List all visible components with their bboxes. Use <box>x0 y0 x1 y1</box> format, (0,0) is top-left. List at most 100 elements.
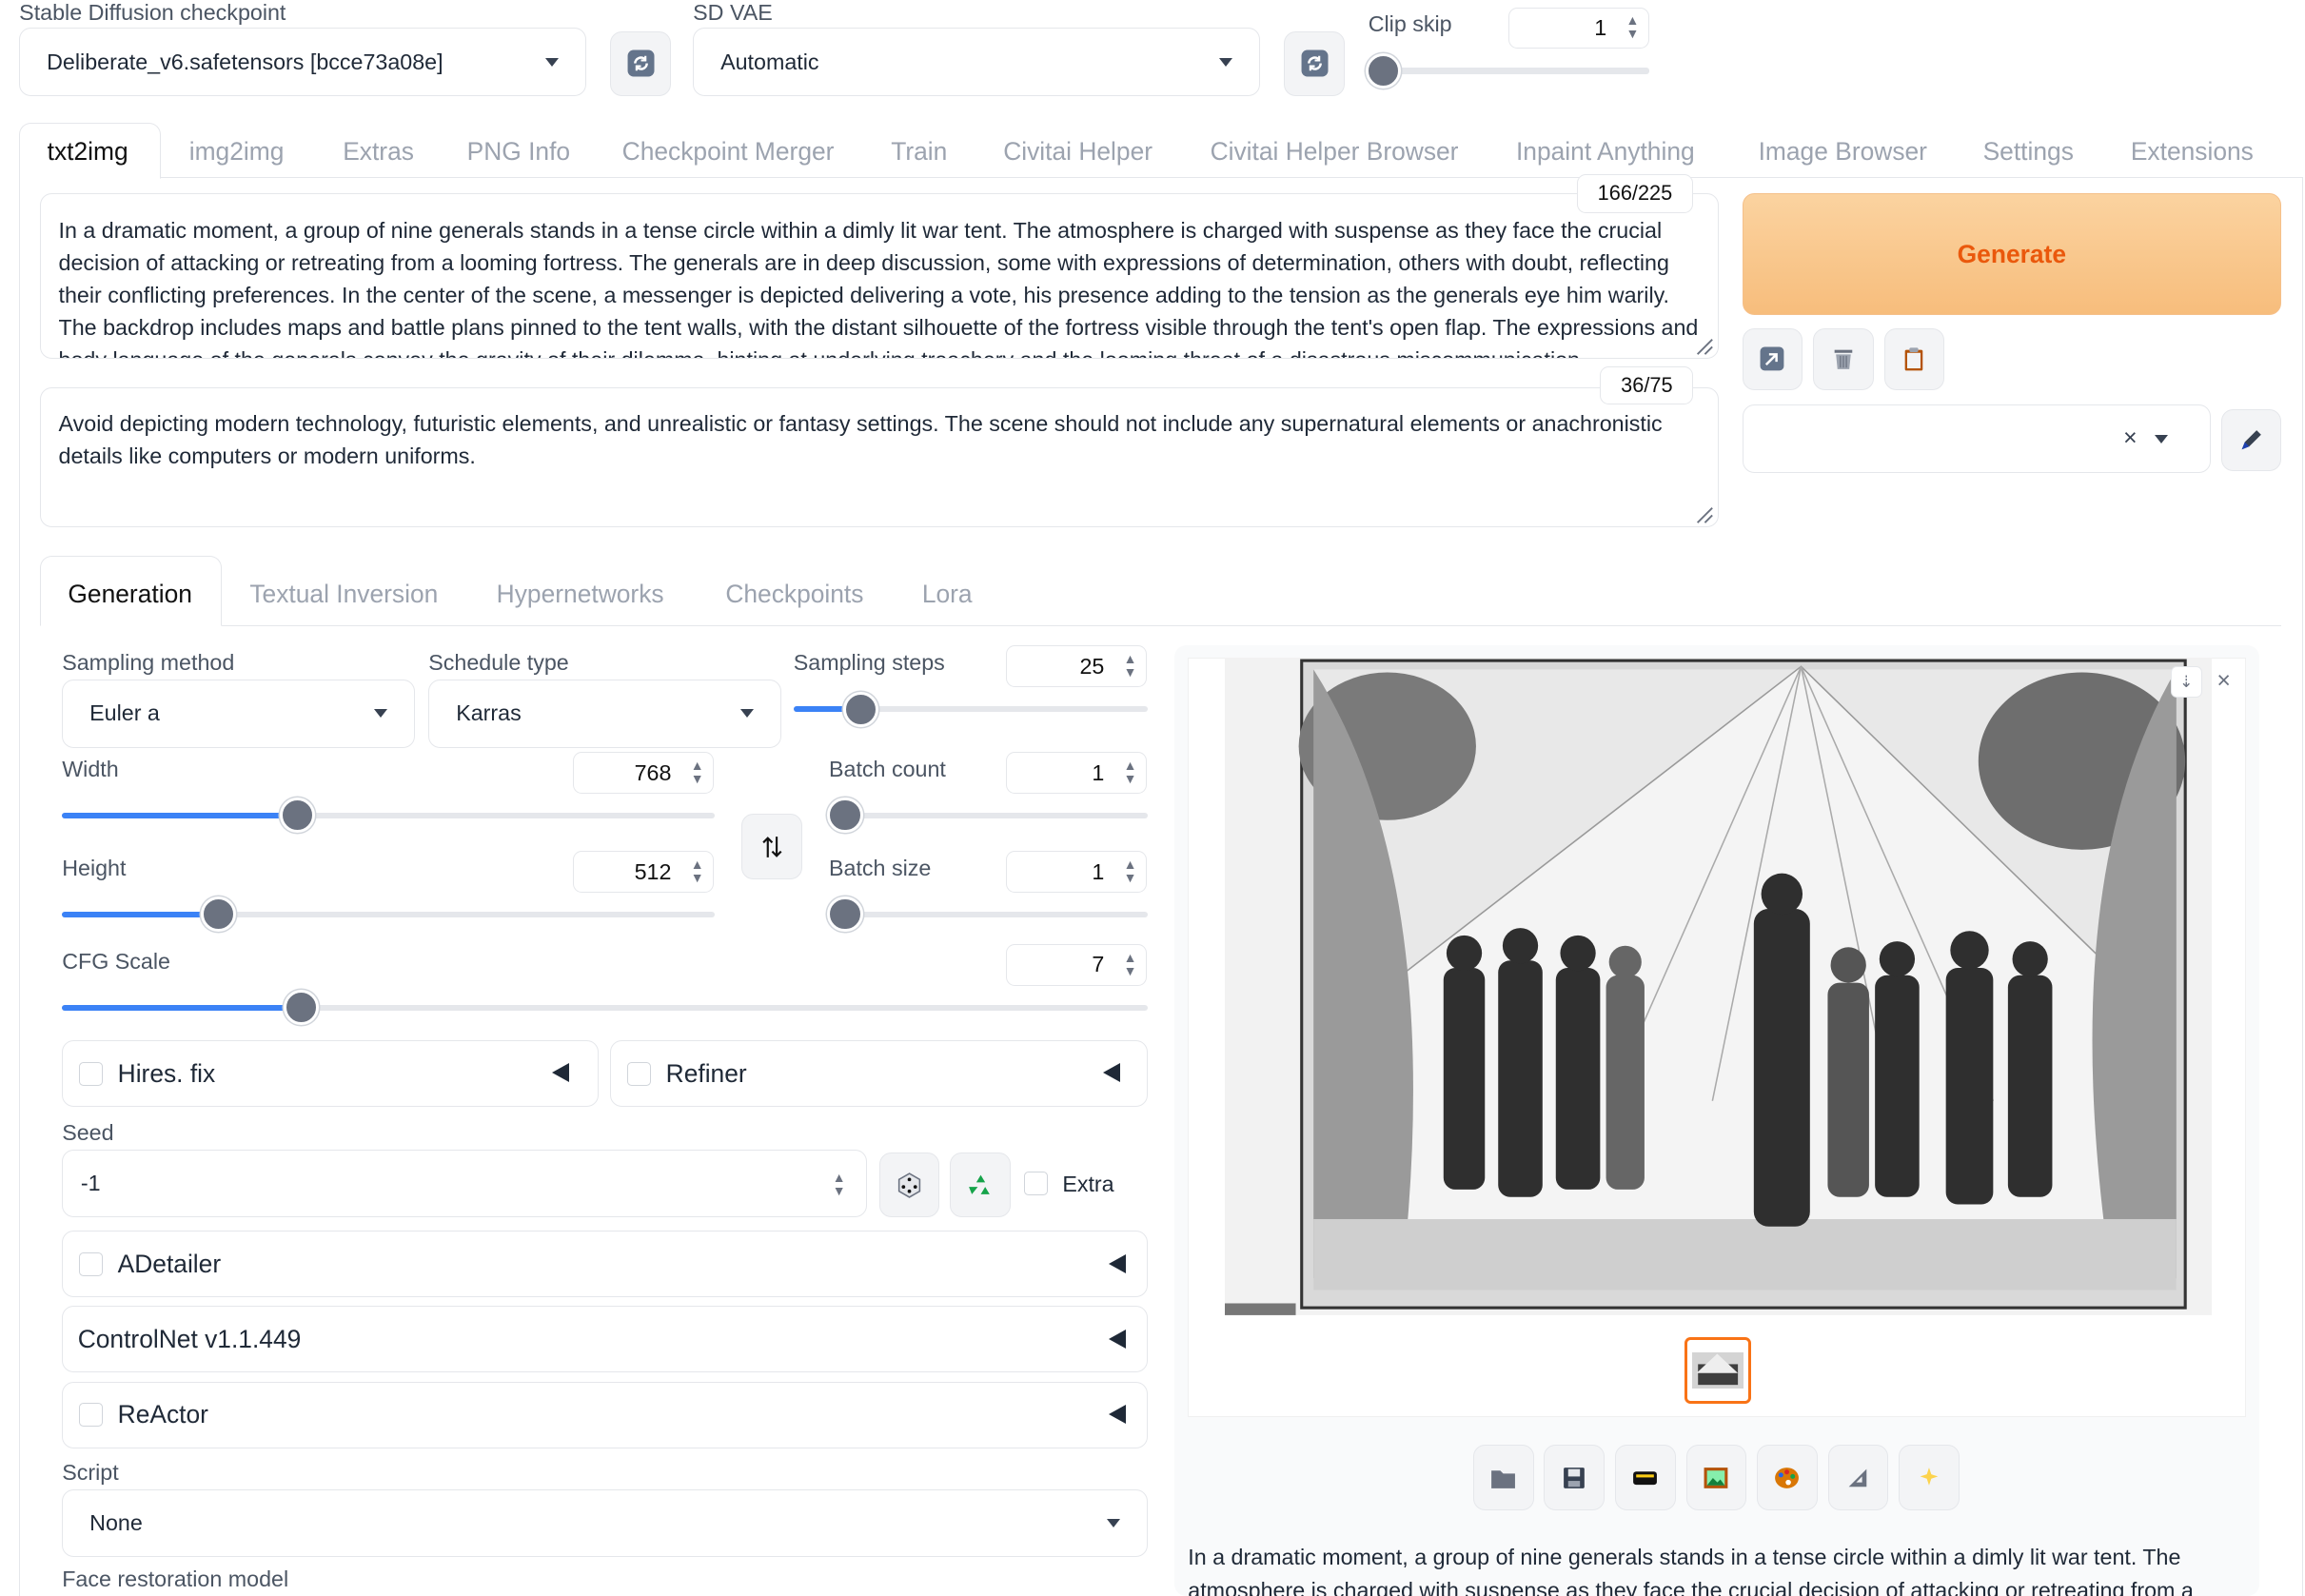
clip-skip-slider[interactable] <box>1365 52 1649 89</box>
stepper-icon[interactable]: ▲ ▼ <box>691 759 704 786</box>
sampling-method-dropdown[interactable]: Euler a <box>62 680 416 748</box>
thumbnail-image <box>1691 1351 1744 1389</box>
schedule-type-dropdown[interactable]: Karras <box>428 680 782 748</box>
stepper-icon[interactable]: ▲ ▼ <box>1124 857 1137 885</box>
collapse-triangle-icon[interactable] <box>1109 1329 1127 1349</box>
stepper-icon[interactable]: ▲ ▼ <box>1124 759 1137 786</box>
tab-img2img[interactable]: img2img <box>189 137 285 167</box>
clear-icon[interactable]: × <box>2123 425 2138 452</box>
width-input[interactable]: 768 ▲ ▼ <box>573 752 714 794</box>
tab-image-browser[interactable]: Image Browser <box>1759 137 1927 167</box>
resize-grip-icon[interactable] <box>1693 335 1714 356</box>
checkpoint-label: Stable Diffusion checkpoint <box>19 0 286 25</box>
resize-grip-icon[interactable] <box>1693 503 1714 524</box>
zip-button[interactable] <box>1614 1445 1676 1510</box>
tab-txt2img[interactable]: txt2img <box>48 137 128 167</box>
cfg-scale-slider[interactable] <box>62 990 1149 1026</box>
controlnet-accordion[interactable]: ControlNet v1.1.449 <box>62 1306 1149 1373</box>
send-to-inpaint-button[interactable] <box>1757 1445 1818 1510</box>
swap-dimensions-button[interactable] <box>741 814 803 879</box>
tab-train[interactable]: Train <box>891 137 947 167</box>
batch-size-label: Batch size <box>829 855 932 880</box>
stepper-icon[interactable]: ▲ ▼ <box>1626 14 1640 42</box>
tab-settings[interactable]: Settings <box>1983 137 2074 167</box>
save-button[interactable] <box>1544 1445 1606 1510</box>
generate-button[interactable]: Generate <box>1742 193 2282 315</box>
generated-image[interactable] <box>1225 657 2213 1315</box>
stepper-icon[interactable]: ▲ ▼ <box>691 857 704 885</box>
open-folder-button[interactable] <box>1472 1445 1534 1510</box>
batch-size-input[interactable]: 1 ▲ ▼ <box>1006 851 1147 893</box>
tab-checkpoint-merger[interactable]: Checkpoint Merger <box>622 137 835 167</box>
tab-hypernetworks[interactable]: Hypernetworks <box>497 580 664 609</box>
refresh-vae-button[interactable] <box>1284 30 1345 96</box>
stepper-icon[interactable]: ▲ ▼ <box>833 1171 846 1198</box>
negative-token-counter: 36/75 <box>1600 366 1694 405</box>
slider-handle[interactable] <box>827 798 863 834</box>
styles-dropdown[interactable]: × <box>1742 404 2211 473</box>
tab-extensions[interactable]: Extensions <box>2131 137 2254 167</box>
slider-handle[interactable] <box>842 691 878 727</box>
slider-handle[interactable] <box>1365 52 1401 89</box>
collapse-triangle-icon[interactable] <box>552 1063 570 1083</box>
collapse-triangle-icon[interactable] <box>1109 1253 1127 1273</box>
edit-styles-button[interactable] <box>2220 409 2282 472</box>
script-dropdown[interactable]: None <box>62 1489 1149 1558</box>
refiner-checkbox[interactable] <box>627 1061 652 1086</box>
vae-dropdown[interactable]: Automatic <box>693 28 1261 96</box>
slider-handle[interactable] <box>279 798 315 834</box>
tab-checkpoints[interactable]: Checkpoints <box>725 580 863 609</box>
clip-skip-input[interactable]: 1 ▲ ▼ <box>1508 7 1649 49</box>
hires-fix-checkbox[interactable] <box>79 1061 104 1086</box>
slider-handle[interactable] <box>283 990 319 1026</box>
tab-png-info[interactable]: PNG Info <box>467 137 570 167</box>
batch-size-slider[interactable] <box>827 897 1149 933</box>
seed-input[interactable]: -1 ▲ ▼ <box>62 1149 868 1218</box>
download-icon[interactable]: ⇣ <box>2170 666 2202 699</box>
refiner-accordion[interactable]: Refiner <box>610 1040 1149 1107</box>
stepper-icon[interactable]: ▲ ▼ <box>1124 951 1137 978</box>
checkpoint-dropdown[interactable]: Deliberate_v6.safetensors [bcce73a08e] <box>19 28 587 96</box>
reuse-seed-button[interactable] <box>950 1153 1011 1218</box>
collapse-triangle-icon[interactable] <box>1109 1404 1127 1424</box>
batch-count-input[interactable]: 1 ▲ ▼ <box>1006 752 1147 794</box>
seed-label: Seed <box>62 1119 114 1145</box>
gallery-thumbnail[interactable] <box>1684 1337 1751 1404</box>
slider-handle[interactable] <box>827 897 863 933</box>
adetailer-checkbox[interactable] <box>79 1252 104 1276</box>
tab-inpaint-anything[interactable]: Inpaint Anything <box>1516 137 1695 167</box>
height-slider[interactable] <box>62 897 716 933</box>
apply-styles-button[interactable] <box>1883 327 1945 390</box>
height-input[interactable]: 512 ▲ ▼ <box>573 851 714 893</box>
tab-lora[interactable]: Lora <box>922 580 973 609</box>
close-icon[interactable]: × <box>2209 666 2238 696</box>
extra-seed-checkbox[interactable] <box>1023 1172 1048 1196</box>
send-to-extras-button[interactable] <box>1827 1445 1889 1510</box>
reactor-accordion[interactable]: ReActor <box>62 1381 1149 1448</box>
upscale-button[interactable] <box>1899 1445 1960 1510</box>
send-to-img2img-button[interactable] <box>1685 1445 1747 1510</box>
width-slider[interactable] <box>62 798 716 834</box>
collapse-triangle-icon[interactable] <box>1103 1063 1121 1083</box>
tab-civitai-helper-browser[interactable]: Civitai Helper Browser <box>1211 137 1459 167</box>
tab-civitai-helper[interactable]: Civitai Helper <box>1003 137 1152 167</box>
batch-count-slider[interactable] <box>827 798 1149 834</box>
read-params-button[interactable] <box>1742 327 1803 390</box>
clear-prompt-button[interactable] <box>1813 327 1874 390</box>
tab-extras[interactable]: Extras <box>343 137 414 167</box>
chevron-down-icon <box>545 57 560 67</box>
tab-textual-inversion[interactable]: Textual Inversion <box>249 580 438 609</box>
batch-count-value: 1 <box>1092 759 1105 785</box>
cfg-scale-input[interactable]: 7 ▲ ▼ <box>1006 944 1147 986</box>
adetailer-accordion[interactable]: ADetailer <box>62 1231 1149 1298</box>
sampling-steps-input[interactable]: 25 ▲ ▼ <box>1006 645 1147 687</box>
tab-generation[interactable]: Generation <box>68 580 192 609</box>
refresh-checkpoint-button[interactable] <box>610 30 671 96</box>
stepper-icon[interactable]: ▲ ▼ <box>1124 652 1137 680</box>
sampling-steps-slider[interactable] <box>793 691 1149 727</box>
prompt-textarea[interactable]: In a dramatic moment, a group of nine ge… <box>39 193 1719 360</box>
reactor-checkbox[interactable] <box>79 1403 104 1428</box>
negative-prompt-textarea[interactable]: Avoid depicting modern technology, futur… <box>39 386 1719 528</box>
hires-fix-accordion[interactable]: Hires. fix <box>62 1040 599 1107</box>
random-seed-button[interactable] <box>878 1153 940 1218</box>
